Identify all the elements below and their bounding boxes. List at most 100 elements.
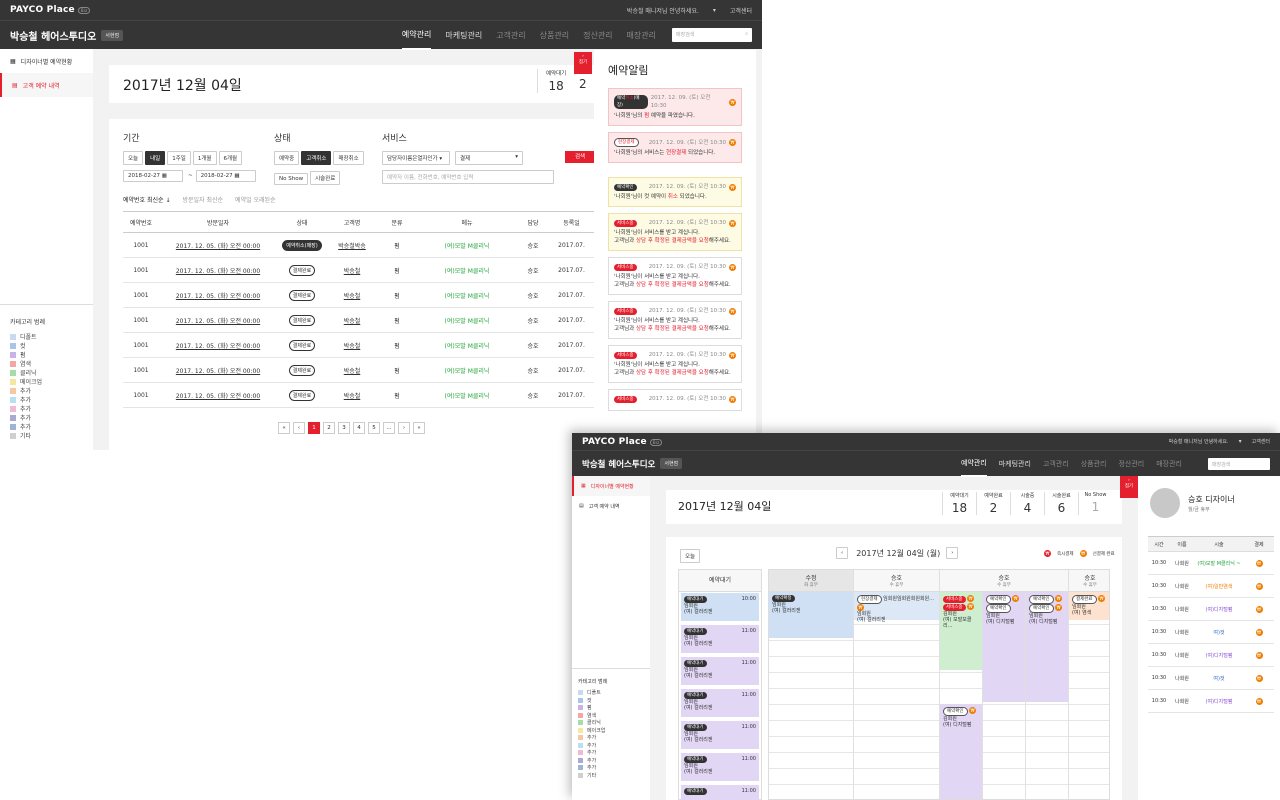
table-row[interactable]: 1001 2017. 12. 05. (화) 오전 00:00 결제완료 박승철…: [123, 358, 594, 383]
customer-name-link[interactable]: 박승철박승: [327, 241, 377, 250]
page-button[interactable]: 1: [308, 422, 320, 434]
date-to-input[interactable]: 2018-02-27 ▦: [195, 170, 256, 182]
visit-date-link[interactable]: 2017. 12. 05. (화) 오전 00:00: [159, 241, 277, 250]
visit-date-link[interactable]: 2017. 12. 05. (화) 오전 00:00: [159, 266, 277, 275]
designer-column-header[interactable]: 수정 화 휴무: [769, 570, 853, 592]
customer-name-link[interactable]: 박승철: [327, 316, 377, 325]
booking-slot[interactable]: 현장결제 임회원임회원회원회원... ₩ 임회원 (여) 컬러리젠: [854, 592, 939, 623]
waiting-item[interactable]: 예약대기 11:00 임회원 (여) 컬러리젠: [681, 625, 759, 653]
table-row[interactable]: 1001 2017. 12. 05. (화) 오전 00:00 결제완료 박승철…: [123, 258, 594, 283]
customer-name-link[interactable]: 박승철: [327, 291, 377, 300]
period-month-button[interactable]: 1개월: [192, 151, 217, 165]
nav-settlement[interactable]: 정산관리: [1118, 459, 1144, 469]
table-row[interactable]: 10:30 나회원 (여)디지털펌 ₩: [1148, 690, 1274, 713]
prev-day-button[interactable]: ‹: [836, 547, 849, 559]
customer-name-link[interactable]: 박승철: [327, 341, 377, 350]
keyword-input[interactable]: 예약자 이름, 전화번호, 예약번호 입력: [382, 170, 554, 184]
table-row[interactable]: 10:30 나회원 (여)디지털펌 ₩: [1148, 598, 1274, 621]
status-customer-cancel-button[interactable]: 고객취소: [301, 151, 332, 165]
page-button[interactable]: 5: [368, 422, 380, 434]
nav-reservation[interactable]: 예약관리: [401, 21, 432, 50]
sidebar-item-designer-status[interactable]: ▦ 디자이너별 예약현황: [0, 49, 93, 73]
status-done-button[interactable]: 시술완료: [310, 171, 341, 185]
nav-product[interactable]: 상품관리: [540, 30, 569, 41]
table-row[interactable]: 10:30 나회원 여)컷 ₩: [1148, 667, 1274, 690]
visit-date-link[interactable]: 2017. 12. 05. (화) 오전 00:00: [159, 391, 277, 400]
notification-card[interactable]: 예약확인 2017. 12. 09. (토) 오전 10:30 ₩ '나회원'님이 …: [608, 177, 742, 207]
notification-card[interactable]: 서비스중 2017. 12. 09. (토) 오전 10:30 ₩ '나회원'님이 …: [608, 301, 742, 339]
booking-slot[interactable]: 결제완료 ₩ 임회원 (여) 염색: [1069, 592, 1109, 620]
next-day-button[interactable]: ›: [946, 547, 959, 559]
customer-name-link[interactable]: 박승철: [327, 366, 377, 375]
visit-date-link[interactable]: 2017. 12. 05. (화) 오전 00:00: [159, 341, 277, 350]
status-noshow-button[interactable]: No Show: [274, 173, 309, 185]
nav-marketing[interactable]: 마케팅관리: [445, 30, 482, 41]
waiting-item[interactable]: 예약대기 10:00 임회원 (여) 컬러리젠: [681, 593, 759, 621]
waiting-item[interactable]: 예약대기 11:00 임회원 (여) 컬러리젠: [681, 721, 759, 749]
period-6month-button[interactable]: 6개월: [218, 151, 243, 165]
search-icon[interactable]: ⌕: [745, 31, 748, 39]
table-row[interactable]: 10:30 나회원 (여)일반염색 ₩: [1148, 575, 1274, 598]
nav-store[interactable]: 매장관리: [1156, 459, 1182, 469]
customer-name-link[interactable]: 박승철: [327, 391, 377, 400]
table-row[interactable]: 1001 2017. 12. 05. (화) 오전 00:00 결제완료 박승철…: [123, 383, 594, 408]
page-button[interactable]: 3: [338, 422, 350, 434]
page-button[interactable]: 4: [353, 422, 365, 434]
page-button[interactable]: »: [413, 422, 425, 434]
visit-date-link[interactable]: 2017. 12. 05. (화) 오전 00:00: [159, 291, 277, 300]
booking-slot[interactable]: 예약확인 ₩ 예약확인 임회원 (여) 디지털펌: [983, 592, 1025, 702]
notification-card[interactable]: 서비스중 2017. 12. 09. (토) 오전 10:30 ₩ '나회원'님이 …: [608, 213, 742, 251]
page-button[interactable]: ‹: [293, 422, 305, 434]
period-tomorrow-button[interactable]: 내일: [145, 151, 166, 165]
date-from-input[interactable]: 2018-02-27 ▦: [123, 170, 183, 182]
store-search-input[interactable]: 매장검색: [1208, 457, 1270, 470]
help-link[interactable]: 고객센터: [730, 6, 752, 15]
store-search-input[interactable]: 매장검색 ⌕: [672, 28, 752, 42]
booking-slot[interactable]: 예약확인 ₩ 김회원 (여) 디지털펌: [940, 704, 982, 799]
table-row[interactable]: 10:30 나회원 (여)모발 M클리닉 ~ ₩: [1148, 552, 1274, 575]
status-reserved-button[interactable]: 예약중: [274, 151, 300, 165]
collapse-tab[interactable]: › 접기: [574, 52, 592, 74]
table-row[interactable]: 1001 2017. 12. 05. (화) 오전 00:00 결제완료 박승철…: [123, 308, 594, 333]
nav-settlement[interactable]: 정산관리: [583, 30, 612, 41]
page-button[interactable]: 2: [323, 422, 335, 434]
visit-date-link[interactable]: 2017. 12. 05. (화) 오전 00:00: [159, 316, 277, 325]
table-row[interactable]: 10:30 나회원 여)컷 ₩: [1148, 621, 1274, 644]
nav-store[interactable]: 매장관리: [627, 30, 656, 41]
designer-column-header[interactable]: 승호 수 휴무: [1069, 570, 1109, 592]
notification-card[interactable]: 서비스중 2017. 12. 09. (토) 오전 10:30 ₩ '나회원'님이 …: [608, 257, 742, 295]
sort-booked[interactable]: 예약일 오래된순: [235, 195, 276, 204]
sidebar-item-customer-history[interactable]: ▤ 고객 예약 내역: [572, 496, 650, 516]
sort-id[interactable]: 예약번호 최신순 ↓: [123, 195, 170, 204]
notification-card[interactable]: 예약취소(매장) 2017. 12. 09. (토) 오전 10:30 ₩ '나회원…: [608, 88, 742, 126]
booking-slot[interactable]: 예약확인 ₩ 예약확인 ₩ 임회원 (여) 디지털펌: [1026, 592, 1068, 702]
customer-name-link[interactable]: 박승철: [327, 266, 377, 275]
payco-logo[interactable]: PAYCO Place Biz: [10, 5, 91, 15]
user-menu-caret-icon[interactable]: ▾: [1239, 438, 1242, 445]
search-button[interactable]: 검색: [565, 151, 595, 163]
notification-card[interactable]: 서비스중 2017. 12. 09. (토) 오전 10:30 ₩: [608, 389, 742, 411]
nav-customer[interactable]: 고객관리: [1043, 459, 1069, 469]
collapse-tab[interactable]: › 접기: [1120, 476, 1138, 498]
visit-date-link[interactable]: 2017. 12. 05. (화) 오전 00:00: [159, 366, 277, 375]
page-button[interactable]: ...: [383, 422, 395, 434]
booking-slot[interactable]: 예약확정 임회원 (여) 컬러리젠: [769, 592, 853, 638]
payment-select[interactable]: 결제 ▾: [455, 151, 523, 165]
designer-column-header[interactable]: 승호 수 휴무: [854, 570, 939, 592]
page-button[interactable]: «: [278, 422, 290, 434]
table-row[interactable]: 1001 2017. 12. 05. (화) 오전 00:00 예약취소(매장)…: [123, 233, 594, 258]
booking-slot[interactable]: 서비스중 ₩ 서비스중 ₩ 김회원 (여) 모발보클리...: [940, 592, 982, 670]
table-row[interactable]: 1001 2017. 12. 05. (화) 오전 00:00 결제완료 박승철…: [123, 333, 594, 358]
payco-logo[interactable]: PAYCO Place Biz: [582, 437, 663, 447]
waiting-item[interactable]: 예약대기 11:00: [681, 785, 759, 800]
waiting-item[interactable]: 예약대기 11:00 임회원 (여) 컬러리젠: [681, 753, 759, 781]
nav-customer[interactable]: 고객관리: [496, 30, 525, 41]
period-week-button[interactable]: 1주일: [167, 151, 191, 165]
sort-visit[interactable]: 방문일자 최신순: [182, 195, 223, 204]
designer-column-header[interactable]: 승호 수 휴무: [940, 570, 1068, 592]
page-button[interactable]: ›: [398, 422, 410, 434]
notification-card[interactable]: 현장결제 2017. 12. 09. (토) 오전 10:30 ₩ '나회원'님의 …: [608, 132, 742, 163]
status-store-cancel-button[interactable]: 매장취소: [333, 151, 364, 165]
notification-card[interactable]: 서비스중 2017. 12. 09. (토) 오전 10:30 ₩ '나회원'님이 …: [608, 345, 742, 383]
waiting-item[interactable]: 예약대기 11:00 임회원 (여) 컬러리젠: [681, 657, 759, 685]
